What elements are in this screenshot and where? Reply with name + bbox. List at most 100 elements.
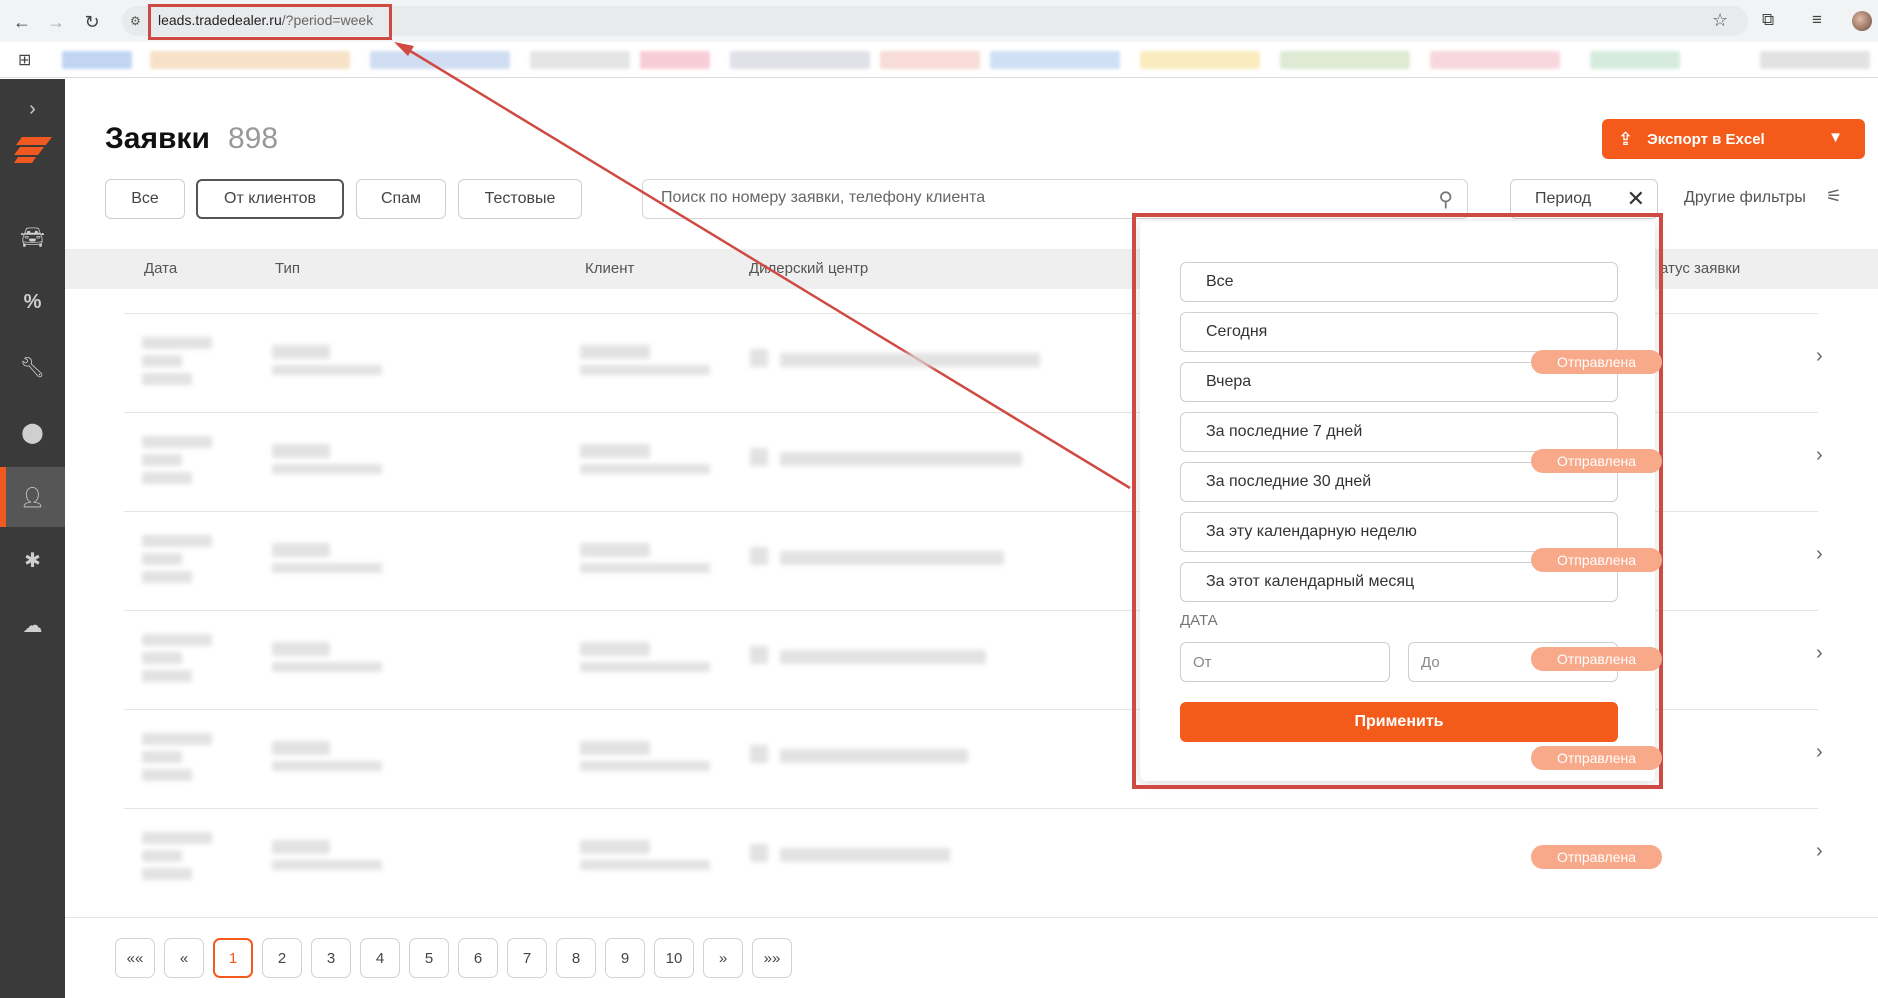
chevron-right-icon[interactable]: › bbox=[0, 79, 65, 139]
sliders-icon[interactable]: ⚟ bbox=[1826, 186, 1842, 207]
bookmarks-bar: ⊞ bbox=[0, 42, 1878, 78]
period-label: Период bbox=[1535, 190, 1592, 207]
bookmark-item[interactable] bbox=[370, 51, 510, 69]
page-button-8[interactable]: 8 bbox=[556, 938, 596, 978]
blurred-type bbox=[272, 543, 330, 557]
extensions-icon[interactable]: ⧉ bbox=[1762, 10, 1774, 30]
bookmark-item[interactable] bbox=[150, 51, 350, 69]
blurred-dealer-name bbox=[780, 452, 1022, 466]
tab-all[interactable]: Все bbox=[105, 179, 185, 219]
bookmark-item[interactable] bbox=[1760, 51, 1870, 69]
chevron-right-icon[interactable]: › bbox=[1816, 840, 1823, 863]
blurred-type bbox=[272, 464, 382, 474]
blurred-client bbox=[580, 543, 650, 557]
car-icon[interactable]: 🚘︎ bbox=[0, 207, 65, 267]
search-icon[interactable]: ⚲ bbox=[1438, 187, 1453, 212]
location-pin-icon[interactable]: ⬤ bbox=[0, 402, 65, 462]
col-status: атус заявки bbox=[1660, 260, 1741, 277]
dropdown-arrow-icon[interactable]: ▼ bbox=[1828, 129, 1843, 146]
status-badge: Отправлена bbox=[1531, 449, 1662, 473]
blurred-type bbox=[272, 365, 382, 375]
back-icon[interactable]: ← bbox=[10, 10, 34, 34]
blurred-type bbox=[272, 345, 330, 359]
page-button-6[interactable]: 6 bbox=[458, 938, 498, 978]
blurred-type bbox=[272, 563, 382, 573]
blurred-date bbox=[142, 832, 212, 844]
bookmark-star-icon[interactable]: ☆ bbox=[1712, 10, 1728, 31]
bookmark-item[interactable] bbox=[730, 51, 870, 69]
blurred-type bbox=[272, 761, 382, 771]
close-icon[interactable]: ✕ bbox=[1627, 186, 1645, 212]
reading-list-icon[interactable]: ≡ bbox=[1812, 10, 1822, 30]
page-button-9[interactable]: 9 bbox=[605, 938, 645, 978]
chevron-right-icon[interactable]: › bbox=[1816, 345, 1823, 368]
user-icon[interactable]: 👤︎ bbox=[0, 467, 65, 527]
bookmark-item[interactable] bbox=[640, 51, 710, 69]
chevron-right-icon[interactable]: › bbox=[1816, 642, 1823, 665]
tab-spam[interactable]: Спам bbox=[356, 179, 446, 219]
bookmark-item[interactable] bbox=[62, 51, 132, 69]
blurred-client bbox=[580, 365, 710, 375]
export-excel-button[interactable]: ⇪ Экспорт в Excel ▼ bbox=[1602, 119, 1865, 159]
bookmark-item[interactable] bbox=[1140, 51, 1260, 69]
blurred-time bbox=[142, 472, 192, 484]
search-input[interactable] bbox=[661, 189, 1421, 207]
blurred-time bbox=[142, 373, 192, 385]
blurred-type bbox=[272, 444, 330, 458]
blurred-client bbox=[580, 464, 710, 474]
page-button-2[interactable]: 2 bbox=[262, 938, 302, 978]
blurred-dealer-name bbox=[780, 650, 986, 664]
blurred-date bbox=[142, 355, 182, 367]
page-button-1[interactable]: 1 bbox=[213, 938, 253, 978]
blurred-client bbox=[580, 563, 710, 573]
bug-icon[interactable]: ✱ bbox=[0, 530, 65, 590]
page-button-10[interactable]: 10 bbox=[654, 938, 694, 978]
bookmark-item[interactable] bbox=[880, 51, 980, 69]
page-button-4[interactable]: 4 bbox=[360, 938, 400, 978]
leads-count: 898 bbox=[228, 122, 279, 155]
pager-divider bbox=[65, 917, 1878, 918]
chevron-right-icon[interactable]: › bbox=[1816, 741, 1823, 764]
blurred-date bbox=[142, 652, 182, 664]
other-filters-link[interactable]: Другие фильтры bbox=[1684, 189, 1806, 207]
percent-icon[interactable]: % bbox=[0, 272, 65, 332]
page-first-button[interactable]: «« bbox=[115, 938, 155, 978]
blurred-dealer-name bbox=[780, 551, 1004, 565]
blurred-date bbox=[142, 850, 182, 862]
blurred-client bbox=[580, 662, 710, 672]
page-button-5[interactable]: 5 bbox=[409, 938, 449, 978]
forward-icon[interactable]: → bbox=[44, 10, 68, 34]
bookmark-item[interactable] bbox=[990, 51, 1120, 69]
chevron-right-icon[interactable]: › bbox=[1816, 444, 1823, 467]
tab-from-clients[interactable]: От клиентов bbox=[196, 179, 344, 219]
blurred-date bbox=[142, 634, 212, 646]
reload-icon[interactable]: ↻ bbox=[80, 10, 104, 34]
site-info-icon[interactable]: ⚙ bbox=[130, 14, 144, 28]
bookmark-item[interactable] bbox=[530, 51, 630, 69]
blurred-client bbox=[580, 444, 650, 458]
col-date: Дата bbox=[144, 260, 178, 277]
blurred-dealer-name bbox=[780, 749, 968, 763]
page-last-button[interactable]: »» bbox=[752, 938, 792, 978]
bookmark-item[interactable] bbox=[1430, 51, 1560, 69]
page-button-7[interactable]: 7 bbox=[507, 938, 547, 978]
apps-grid-icon[interactable]: ⊞ bbox=[18, 50, 31, 70]
bookmark-item[interactable] bbox=[1590, 51, 1680, 69]
dropdown-annotation-box bbox=[1132, 213, 1663, 789]
profile-avatar[interactable] bbox=[1852, 11, 1872, 31]
page-prev-button[interactable]: « bbox=[164, 938, 204, 978]
blurred-date bbox=[142, 733, 212, 745]
tab-test[interactable]: Тестовые bbox=[458, 179, 582, 219]
status-badge: Отправлена bbox=[1531, 647, 1662, 671]
chevron-right-icon[interactable]: › bbox=[1816, 543, 1823, 566]
url-annotation-box bbox=[148, 4, 392, 40]
bookmark-item[interactable] bbox=[1280, 51, 1410, 69]
blurred-dealer-name bbox=[780, 848, 950, 862]
col-type: Тип bbox=[275, 260, 301, 277]
page-button-3[interactable]: 3 bbox=[311, 938, 351, 978]
logo-icon[interactable] bbox=[14, 137, 52, 163]
page-next-button[interactable]: » bbox=[703, 938, 743, 978]
cloud-icon[interactable]: ☁ bbox=[0, 595, 65, 655]
wrench-icon[interactable]: 🔧︎ bbox=[0, 337, 65, 397]
col-dealer-center: Дилерский центр bbox=[749, 260, 869, 277]
